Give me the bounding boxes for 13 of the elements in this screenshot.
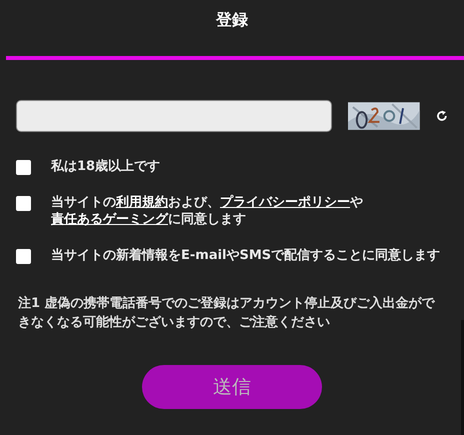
- consent-text: 私は18歳以上です: [51, 158, 162, 175]
- consent-text: 当サイトの新着情報をE-mailやSMSで配信することに同意します: [51, 247, 441, 264]
- link[interactable]: 責任あるゲーミング: [51, 212, 168, 227]
- captcha-input-field[interactable]: [16, 100, 332, 132]
- note-text: 注1 虚偽の携帯電話番号でのご登録はアカウント停止及びご入出金ができなくなる可能性がございますので、ご注意ください: [17, 294, 436, 332]
- refresh-icon[interactable]: [436, 110, 448, 122]
- checkbox[interactable]: [16, 249, 31, 264]
- dialog-title: 登録: [216, 9, 248, 31]
- checkbox[interactable]: [16, 160, 31, 175]
- consent-text: 当サイトの利用規約および、プライバシーポリシーや 責任あるゲーミングに同意します: [51, 194, 364, 228]
- link[interactable]: プライバシーポリシー: [220, 195, 350, 210]
- checkbox[interactable]: [16, 196, 31, 211]
- link[interactable]: 利用規約: [116, 195, 168, 210]
